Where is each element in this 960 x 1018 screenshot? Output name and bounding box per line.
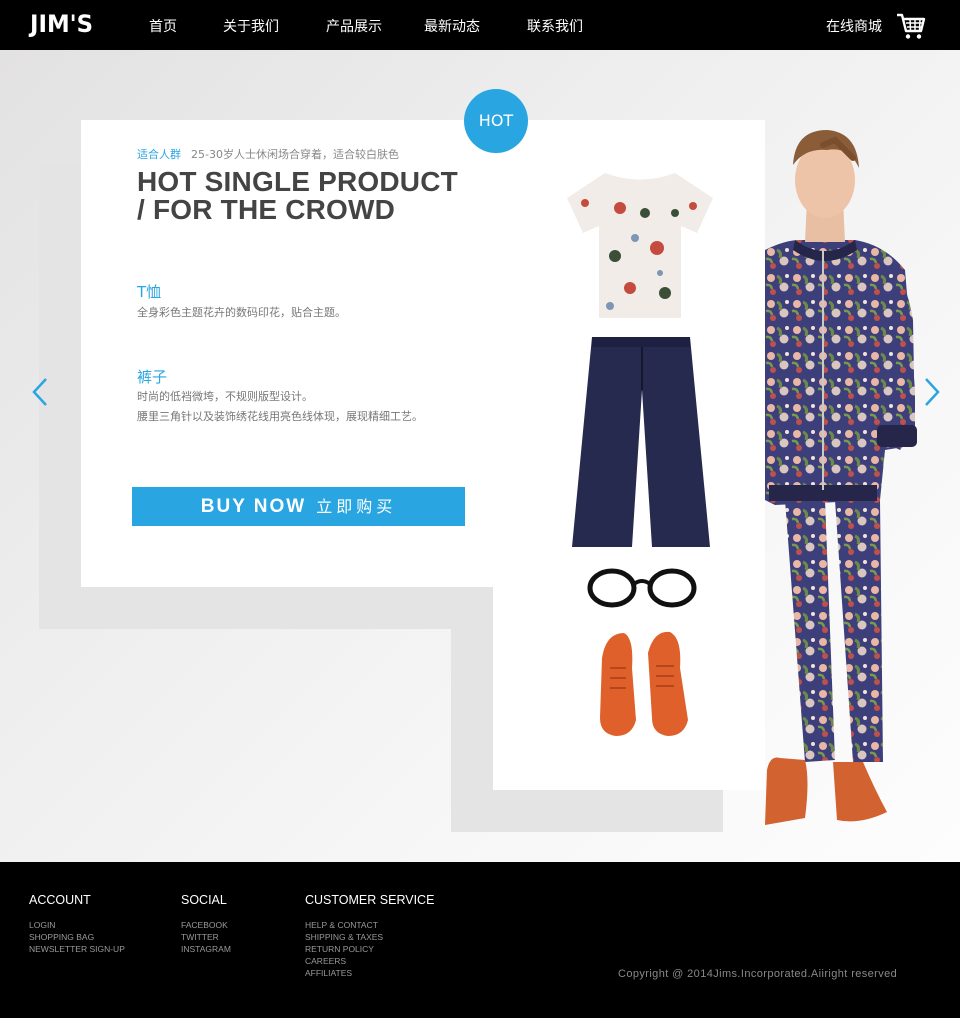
buy-now-button[interactable]: BUY NOW 立即购买 — [132, 487, 465, 526]
footer-column-social: SOCIAL FACEBOOK TWITTER INSTAGRAM — [181, 893, 231, 955]
top-header: JIM'S 首页 关于我们 产品展示 最新动态 联系我们 在线商城 — [0, 0, 960, 50]
footer-link-newsletter[interactable]: NEWSLETTER SIGN-UP — [29, 943, 125, 955]
headline-line-2: / FOR THE CROWD — [137, 194, 396, 225]
headline-line-1: HOT SINGLE PRODUCT — [137, 166, 458, 197]
crowd-tag: 适合人群 — [137, 148, 181, 161]
footer-link-return[interactable]: RETURN POLICY — [305, 943, 434, 955]
tshirt-title: T恤 — [137, 283, 162, 301]
footer-link-shipping[interactable]: SHIPPING & TAXES — [305, 931, 434, 943]
glasses-image — [587, 568, 697, 608]
nav-item-contact[interactable]: 联系我们 — [527, 16, 583, 36]
footer-link-instagram[interactable]: INSTAGRAM — [181, 943, 231, 955]
footer-column-customer-service: CUSTOMER SERVICE HELP & CONTACT SHIPPING… — [305, 893, 434, 979]
nav-item-news[interactable]: 最新动态 — [424, 16, 480, 36]
pants-desc-1: 时尚的低裆微垮，不规则版型设计。 — [137, 390, 313, 403]
model-photo — [765, 130, 917, 825]
footer-heading-customer-service: CUSTOMER SERVICE — [305, 893, 435, 907]
buy-now-cn: 立即购买 — [316, 497, 397, 516]
chevron-right-icon[interactable] — [922, 377, 942, 407]
target-crowd: 适合人群 25-30岁人士休闲场合穿着，适合较白肤色 — [137, 146, 399, 162]
pants-image — [572, 337, 710, 547]
hero-banner: HOT 适合人群 25-30岁人士休闲场合穿着，适合较白肤色 HOT SINGLE… — [0, 50, 960, 862]
site-footer: ACCOUNT LOGIN SHOPPING BAG NEWSLETTER SI… — [0, 862, 960, 1018]
footer-heading-account: ACCOUNT — [29, 893, 91, 907]
product-headline: HOT SINGLE PRODUCT / FOR THE CROWD — [137, 168, 477, 224]
crowd-text: 25-30岁人士休闲场合穿着，适合较白肤色 — [191, 148, 399, 161]
nav-item-products[interactable]: 产品展示 — [326, 16, 382, 36]
copyright-text: Copyright @ 2014Jims.Incorporated.Aiirig… — [618, 968, 898, 980]
footer-link-affiliates[interactable]: AFFILIATES — [305, 967, 434, 979]
site-logo[interactable]: JIM'S — [30, 10, 93, 38]
chevron-left-icon[interactable] — [30, 377, 50, 407]
footer-link-shopping-bag[interactable]: SHOPPING BAG — [29, 931, 125, 943]
footer-link-careers[interactable]: CAREERS — [305, 955, 434, 967]
footer-link-facebook[interactable]: FACEBOOK — [181, 919, 231, 931]
shoes-image — [600, 631, 688, 736]
footer-link-login[interactable]: LOGIN — [29, 919, 125, 931]
online-shop-link[interactable]: 在线商城 — [826, 16, 882, 36]
pants-desc-2: 腰里三角针以及装饰绣花线用亮色线体现，展现精细工艺。 — [137, 410, 423, 423]
hot-badge: HOT — [464, 89, 528, 153]
shopping-cart-icon[interactable] — [896, 12, 926, 40]
tshirt-image — [567, 173, 713, 318]
footer-heading-social: SOCIAL — [181, 893, 227, 907]
footer-link-twitter[interactable]: TWITTER — [181, 931, 231, 943]
footer-link-help[interactable]: HELP & CONTACT — [305, 919, 434, 931]
nav-item-home[interactable]: 首页 — [149, 16, 177, 36]
nav-item-about[interactable]: 关于我们 — [223, 16, 279, 36]
tshirt-desc: 全身彩色主题花卉的数码印花，贴合主题。 — [137, 306, 346, 319]
buy-now-en: BUY NOW — [200, 496, 307, 517]
footer-column-account: ACCOUNT LOGIN SHOPPING BAG NEWSLETTER SI… — [29, 893, 125, 955]
pants-title: 裤子 — [137, 368, 168, 386]
